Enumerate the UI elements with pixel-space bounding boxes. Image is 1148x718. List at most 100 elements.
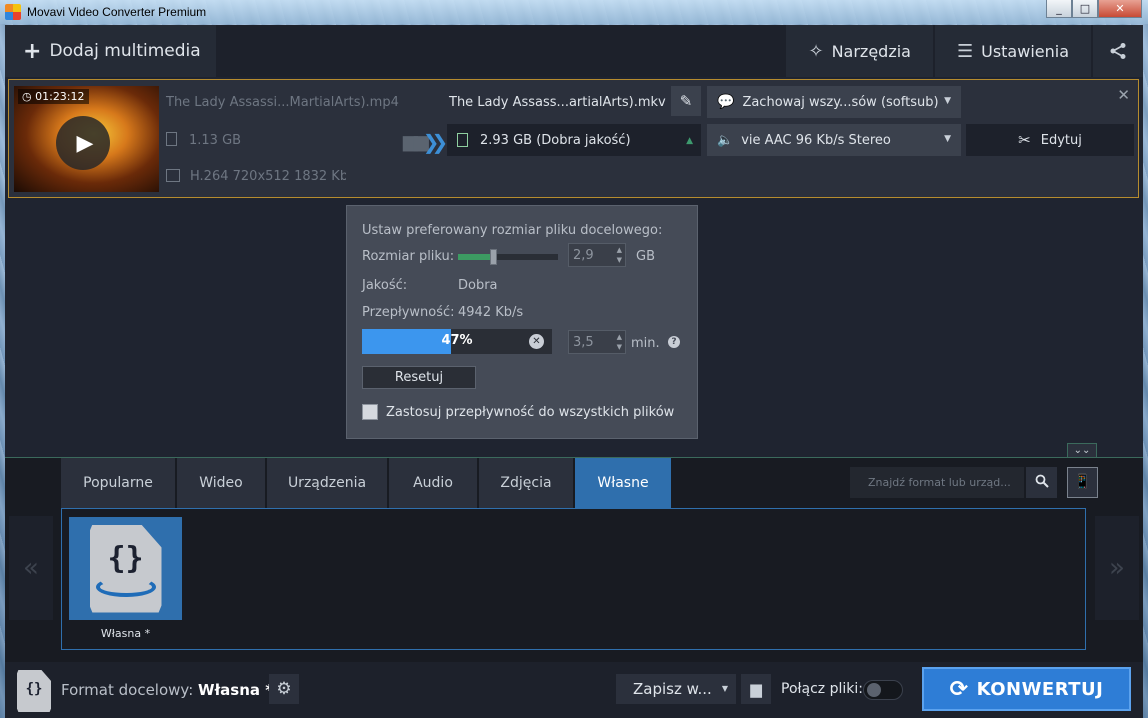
search-icon xyxy=(1035,474,1049,488)
custom-preset-label: Własna * xyxy=(100,627,151,640)
duration-spinbox[interactable]: 3,5 ▲ ▼ xyxy=(568,330,626,354)
caret-down-icon: ▼ xyxy=(721,684,728,693)
file-size-value: 2,9 xyxy=(573,247,594,263)
file-size-slider[interactable] xyxy=(458,249,558,265)
join-files-toggle[interactable] xyxy=(863,680,903,700)
duration-badge: ◷ 01:23:12 xyxy=(18,89,89,104)
window-titlebar: Movavi Video Converter Premium _ □ ✕ xyxy=(0,0,1148,24)
progress-percent: 47% xyxy=(441,333,473,348)
play-icon[interactable]: ▶ xyxy=(56,116,110,170)
convert-arrow-icon: ■■❯❯ xyxy=(401,130,448,154)
toolbar: + Dodaj multimedia ✧ Narzędzia ☰ Ustawie… xyxy=(5,25,1143,77)
detect-device-button[interactable]: 📱 xyxy=(1067,467,1098,498)
custom-preset-tile[interactable]: {} xyxy=(69,517,182,620)
source-file-name: The Lady Assassi...MartialArts).mp4 xyxy=(166,95,399,110)
preset-grid: {} Własna * xyxy=(61,508,1086,650)
folder-icon: ▆ xyxy=(750,680,762,698)
add-media-label: Dodaj multimedia xyxy=(49,41,201,61)
spin-arrows-icon[interactable]: ▲ ▼ xyxy=(617,332,622,352)
tab-custom[interactable]: Własne xyxy=(575,458,671,508)
app-window: + Dodaj multimedia ✧ Narzędzia ☰ Ustawie… xyxy=(5,25,1143,718)
file-size-unit: GB xyxy=(636,249,655,264)
caret-down-icon: ▼ xyxy=(944,96,951,106)
maximize-button[interactable]: □ xyxy=(1072,0,1098,18)
tools-label: Narzędzia xyxy=(831,41,911,61)
source-file-size: 1.13 GB xyxy=(166,132,241,148)
custom-format-icon: {} xyxy=(89,524,162,613)
edit-button[interactable]: ✂ Edytuj xyxy=(966,124,1134,156)
bottom-bar: {} Format docelowy: Własna * ⚙ Zapisz w.… xyxy=(5,662,1143,718)
quality-value: Dobra xyxy=(458,278,498,293)
file-size-label: Rozmiar pliku: xyxy=(362,249,455,264)
caret-down-icon: ▼ xyxy=(944,134,951,144)
settings-button[interactable]: ☰ Ustawienia xyxy=(932,25,1091,77)
convert-label: KONWERTUJ xyxy=(976,678,1104,700)
tab-video[interactable]: Wideo xyxy=(177,458,265,508)
double-chevron-down-icon: ⌄⌄ xyxy=(1073,445,1091,456)
subtitles-dropdown[interactable]: 💬 Zachowaj wszy...sów (softsub) ▼ xyxy=(707,86,961,118)
share-button[interactable] xyxy=(1091,25,1143,77)
gear-icon: ⚙ xyxy=(276,679,292,699)
format-search-input[interactable]: Znajdź format lub urząd... xyxy=(850,467,1024,498)
output-size-dropdown[interactable]: 2.93 GB (Dobra jakość) ▲ xyxy=(447,124,701,156)
prev-formats-arrow[interactable]: « xyxy=(9,516,53,620)
target-format-icon: {} xyxy=(17,670,51,712)
audio-text: vie AAC 96 Kb/s Stereo xyxy=(741,132,891,148)
duration-text: 01:23:12 xyxy=(35,90,85,103)
file-list: ◷ 01:23:12 ▶ The Lady Assassi...MartialA… xyxy=(5,77,1143,457)
pencil-icon: ✎ xyxy=(679,92,693,110)
file-size-slider-handle[interactable] xyxy=(490,249,497,265)
search-button[interactable] xyxy=(1026,467,1057,498)
open-folder-button[interactable]: ▆ xyxy=(741,674,771,704)
settings-label: Ustawienia xyxy=(981,41,1069,61)
speech-bubble-icon: 💬 xyxy=(717,94,735,110)
output-file-name: The Lady Assass...artialArts).mkv xyxy=(449,95,666,110)
close-window-button[interactable]: ✕ xyxy=(1098,0,1142,18)
app-logo-icon xyxy=(5,4,21,20)
help-icon[interactable]: ? xyxy=(668,336,680,348)
bitrate-label: Przepływność: xyxy=(362,305,455,320)
share-icon xyxy=(1110,43,1126,59)
file-icon xyxy=(166,132,177,146)
save-to-dropdown[interactable]: Zapisz w... ▼ xyxy=(616,674,736,704)
spin-arrows-icon[interactable]: ▲ ▼ xyxy=(617,245,622,265)
convert-button[interactable]: ⟳ KONWERTUJ xyxy=(922,667,1131,711)
target-format-caption: Format docelowy: xyxy=(61,681,194,699)
menu-icon: ☰ xyxy=(956,40,974,62)
video-thumbnail[interactable]: ◷ 01:23:12 ▶ xyxy=(14,86,159,192)
film-icon xyxy=(166,169,180,182)
refresh-icon: ⟳ xyxy=(949,676,969,702)
output-size-popup: Ustaw preferowany rozmiar pliku docelowe… xyxy=(346,205,698,439)
source-codec-info: H.264 720x512 1832 Kb/ xyxy=(166,169,346,184)
reset-button[interactable]: Resetuj xyxy=(362,366,476,389)
caret-up-icon: ▲ xyxy=(686,136,693,146)
remove-file-close-icon[interactable]: ✕ xyxy=(1117,86,1130,104)
audio-track-dropdown[interactable]: 🔈 vie AAC 96 Kb/s Stereo ▼ xyxy=(707,124,961,156)
tab-images[interactable]: Zdjęcia xyxy=(479,458,573,508)
file-size-spinbox[interactable]: 2,9 ▲ ▼ xyxy=(568,243,626,267)
cancel-estimate-icon[interactable]: ✕ xyxy=(529,334,544,349)
estimate-progress-bar: 47% ✕ xyxy=(362,329,552,354)
tab-devices[interactable]: Urządzenia xyxy=(267,458,387,508)
window-title: Movavi Video Converter Premium xyxy=(27,5,207,19)
file-size-slider-fill xyxy=(458,254,493,260)
next-formats-arrow[interactable]: » xyxy=(1095,516,1139,620)
scissors-icon: ✂ xyxy=(1018,131,1031,149)
tab-popular[interactable]: Popularne xyxy=(61,458,175,508)
apply-all-label[interactable]: Zastosuj przepływność do wszystkich plik… xyxy=(386,405,674,420)
join-files-label: Połącz pliki: xyxy=(781,681,863,697)
format-panel: Popularne Wideo Urządzenia Audio Zdjęcia… xyxy=(5,457,1143,662)
format-settings-button[interactable]: ⚙ xyxy=(269,674,299,704)
toggle-knob xyxy=(867,683,881,697)
output-size-text: 2.93 GB (Dobra jakość) xyxy=(480,132,631,148)
apply-all-checkbox[interactable] xyxy=(362,404,378,420)
tab-audio[interactable]: Audio xyxy=(389,458,477,508)
source-codec-text: H.264 720x512 1832 Kb/ xyxy=(190,169,346,184)
file-row[interactable]: ◷ 01:23:12 ▶ The Lady Assassi...MartialA… xyxy=(8,79,1139,198)
format-tabs: Popularne Wideo Urządzenia Audio Zdjęcia… xyxy=(61,458,673,508)
tools-button[interactable]: ✧ Narzędzia xyxy=(784,25,933,77)
add-media-button[interactable]: + Dodaj multimedia xyxy=(5,25,216,77)
rename-pencil-button[interactable]: ✎ xyxy=(671,86,701,116)
quality-label: Jakość: xyxy=(362,278,408,293)
minimize-button[interactable]: _ xyxy=(1046,0,1072,18)
